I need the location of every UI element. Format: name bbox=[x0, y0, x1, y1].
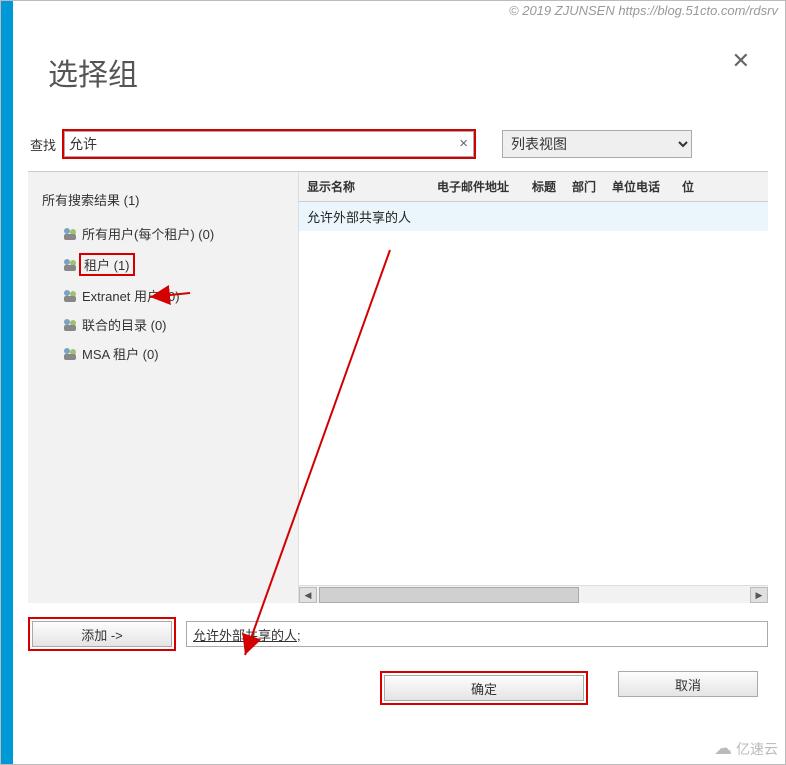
tree-item-label: Extranet 用户 (0) bbox=[82, 286, 180, 305]
main-area: 所有搜索结果 (1) 所有用户(每个租户) (0) 租户 (1) bbox=[28, 171, 768, 603]
tree-item-label: MSA 租户 (0) bbox=[82, 344, 159, 363]
scroll-left-icon[interactable]: ◀ bbox=[299, 587, 317, 603]
search-input[interactable] bbox=[64, 131, 474, 157]
group-icon bbox=[62, 288, 78, 304]
tree-panel: 所有搜索结果 (1) 所有用户(每个租户) (0) 租户 (1) bbox=[28, 172, 298, 603]
tree-item-label: 租户 (1) bbox=[79, 253, 135, 276]
tree-item-federated[interactable]: 联合的目录 (0) bbox=[60, 310, 288, 339]
group-icon bbox=[62, 317, 78, 333]
add-button-highlight: 添加 -> bbox=[28, 617, 176, 651]
ok-button[interactable]: 确定 bbox=[384, 675, 584, 701]
watermark-text: 亿速云 bbox=[736, 739, 778, 759]
watermark: ☁ 亿速云 bbox=[714, 738, 778, 759]
scroll-right-icon[interactable]: ▶ bbox=[750, 587, 768, 603]
select-group-dialog: ✕ 选择组 查找 × 列表视图 所有搜索结果 (1) 所有用户(每个租户) (0… bbox=[28, 30, 768, 705]
th-department[interactable]: 部门 bbox=[564, 172, 604, 201]
copyright-text: © 2019 ZJUNSEN https://blog.51cto.com/rd… bbox=[509, 3, 778, 18]
watermark-logo-icon: ☁ bbox=[714, 738, 732, 759]
th-phone[interactable]: 单位电话 bbox=[604, 172, 674, 201]
view-select[interactable]: 列表视图 bbox=[502, 130, 692, 158]
tree-items: 所有用户(每个租户) (0) 租户 (1) Extranet 用户 (0) bbox=[42, 219, 288, 368]
close-icon[interactable]: ✕ bbox=[732, 48, 750, 74]
tree-root-label[interactable]: 所有搜索结果 (1) bbox=[42, 190, 288, 209]
selected-items-input[interactable] bbox=[186, 621, 768, 647]
table-row[interactable]: 允许外部共享的人 bbox=[299, 202, 768, 231]
th-last[interactable]: 位 bbox=[674, 172, 768, 201]
results-panel: 显示名称 电子邮件地址 标题 部门 单位电话 位 允许外部共享的人 ◀ ▶ bbox=[298, 172, 768, 603]
add-button[interactable]: 添加 -> bbox=[32, 621, 172, 647]
table-body: 允许外部共享的人 bbox=[299, 202, 768, 585]
cancel-button[interactable]: 取消 bbox=[618, 671, 758, 697]
tree-item-msa[interactable]: MSA 租户 (0) bbox=[60, 339, 288, 368]
bottom-row: 添加 -> bbox=[28, 617, 768, 651]
search-input-highlight: × bbox=[62, 129, 476, 159]
th-display-name[interactable]: 显示名称 bbox=[299, 172, 429, 201]
group-icon bbox=[62, 257, 78, 273]
action-row: 确定 取消 bbox=[28, 671, 768, 705]
search-label: 查找 bbox=[30, 135, 56, 154]
tree-item-all-users[interactable]: 所有用户(每个租户) (0) bbox=[60, 219, 288, 248]
tree-item-label: 所有用户(每个租户) (0) bbox=[82, 224, 214, 243]
group-icon bbox=[62, 346, 78, 362]
tree-item-extranet[interactable]: Extranet 用户 (0) bbox=[60, 281, 288, 310]
dialog-title: 选择组 bbox=[48, 50, 768, 94]
scroll-thumb[interactable] bbox=[319, 587, 579, 603]
blue-accent-strip bbox=[1, 1, 13, 764]
clear-search-icon[interactable]: × bbox=[459, 135, 468, 152]
group-icon bbox=[62, 226, 78, 242]
horizontal-scrollbar[interactable]: ◀ ▶ bbox=[299, 585, 768, 603]
tree-item-tenant[interactable]: 租户 (1) bbox=[60, 248, 288, 281]
tree-item-label: 联合的目录 (0) bbox=[82, 315, 167, 334]
ok-button-highlight: 确定 bbox=[380, 671, 588, 705]
th-title[interactable]: 标题 bbox=[524, 172, 564, 201]
th-email[interactable]: 电子邮件地址 bbox=[429, 172, 524, 201]
search-row: 查找 × 列表视图 bbox=[28, 129, 768, 159]
table-header: 显示名称 电子邮件地址 标题 部门 单位电话 位 bbox=[299, 172, 768, 202]
